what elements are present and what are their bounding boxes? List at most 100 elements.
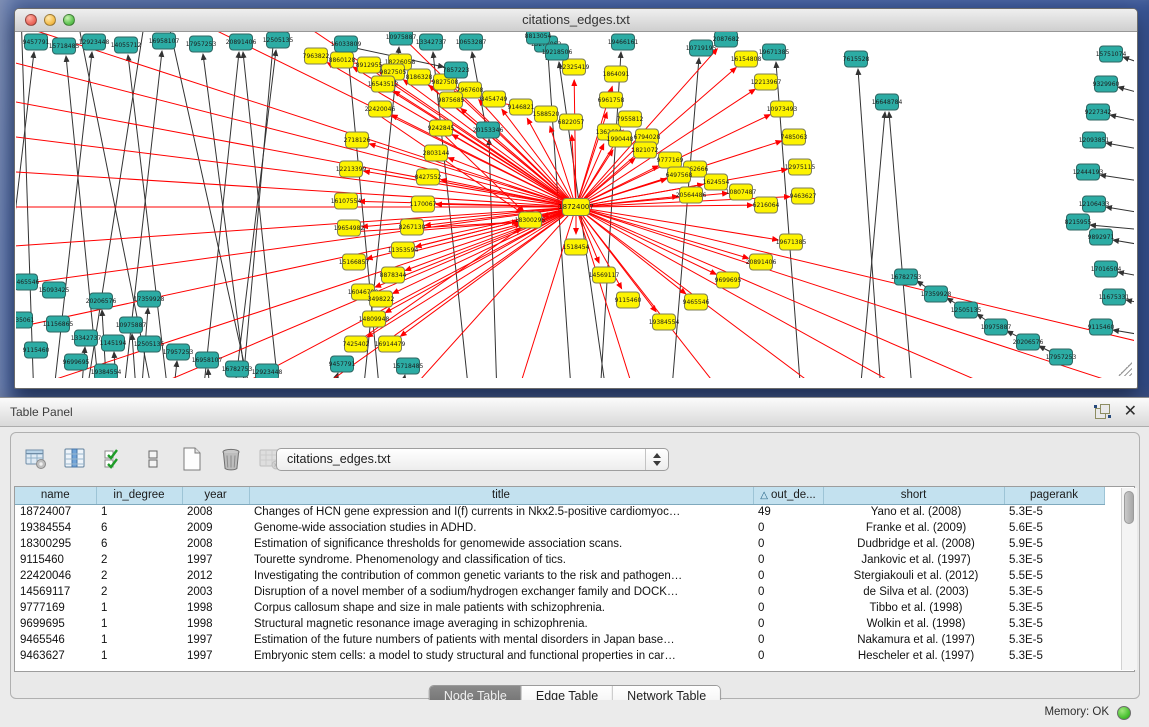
graph-node[interactable]: 19466161 [608, 34, 639, 50]
table-row[interactable]: 946554611997Estimation of the future num… [15, 632, 1104, 648]
graph-node[interactable]: 14569117 [589, 267, 620, 283]
graph-node[interactable]: 12213967 [751, 74, 782, 90]
graph-node[interactable]: 1170067 [410, 196, 437, 212]
graph-node[interactable]: 15093425 [39, 282, 70, 298]
graph-node[interactable]: 13342737 [416, 34, 447, 50]
table-row[interactable]: 977716911998Corpus callosum shape and si… [15, 600, 1104, 616]
table-row[interactable]: 1830029562008Estimation of significance … [15, 536, 1104, 552]
graph-node[interactable]: 16648784 [872, 94, 903, 110]
graph-node[interactable]: 9457791 [23, 34, 50, 50]
graph-node[interactable]: 17016504 [1091, 261, 1122, 277]
citation-graph[interactable]: 7963822886012889129551822605898275051654… [16, 32, 1134, 378]
hub-node[interactable]: 18724007 [558, 199, 594, 216]
graph-node[interactable]: 9777169 [657, 152, 684, 168]
graph-node[interactable]: 19671385 [776, 234, 807, 250]
table-row[interactable]: 946362711997Embryonic stem cells: a mode… [15, 648, 1104, 664]
graph-node[interactable]: 15751074 [1096, 46, 1127, 62]
graph-node[interactable]: 9242845 [428, 120, 455, 136]
graph-node[interactable]: 1821072 [632, 142, 659, 158]
graph-node[interactable]: 8267130 [399, 219, 426, 235]
graph-node[interactable]: 12505135 [134, 336, 165, 352]
graph-node[interactable]: 16107554 [331, 193, 362, 209]
close-panel-icon[interactable]: ✕ [1124, 404, 1137, 419]
graph-node[interactable]: 9699695 [63, 354, 90, 370]
graph-node[interactable]: 12505135 [951, 302, 982, 318]
graph-node[interactable]: 22420046 [365, 101, 396, 117]
graph-node[interactable]: 19384554 [649, 314, 680, 330]
graph-node[interactable]: 6497568 [666, 167, 693, 183]
graph-node[interactable]: 7485063 [781, 129, 808, 145]
table-row[interactable]: 1456911722003Disruption of a novel membe… [15, 584, 1104, 600]
graph-node[interactable]: 7425402 [343, 336, 370, 352]
graph-node[interactable]: 9465546 [683, 294, 710, 310]
table-selector-dropdown[interactable]: citations_edges.txt [276, 448, 669, 471]
graph-node[interactable]: 9227342 [1085, 104, 1112, 120]
graph-node[interactable]: 1864091 [603, 66, 630, 82]
column-header-short[interactable]: short [823, 487, 1004, 504]
graph-node[interactable]: 6961758 [598, 92, 625, 108]
create-column-icon[interactable] [179, 446, 205, 472]
graph-node[interactable]: 17359928 [921, 286, 952, 302]
window-resize-grip[interactable] [1118, 362, 1132, 376]
graph-node[interactable]: 7963822 [303, 48, 330, 64]
graph-node[interactable]: 9115460 [23, 342, 50, 358]
graph-node[interactable]: 16914479 [375, 336, 406, 352]
graph-node[interactable]: 9465546 [16, 274, 40, 290]
graph-node[interactable]: 7615528 [843, 51, 870, 67]
column-header-name[interactable]: name [15, 487, 96, 504]
graph-node[interactable]: 16958107 [149, 33, 180, 49]
show-columns-icon[interactable] [62, 446, 88, 472]
graph-node[interactable]: 9115460 [1088, 319, 1115, 335]
table-scrollbar-thumb[interactable] [1124, 491, 1134, 524]
graph-node[interactable]: 16958107 [192, 352, 223, 368]
graph-node[interactable]: 9115460 [615, 292, 642, 308]
graph-node[interactable]: 16782753 [222, 361, 253, 377]
table-header-row[interactable]: namein_degreeyeartitle△out_de...shortpag… [15, 487, 1104, 504]
graph-node[interactable]: 18300295 [515, 212, 546, 228]
graph-node[interactable]: 1588520 [533, 106, 560, 122]
graph-node[interactable]: 13342737 [71, 330, 102, 346]
graph-node[interactable]: 8912955 [356, 57, 383, 73]
graph-node[interactable]: 9457791 [329, 356, 356, 372]
graph-node[interactable]: 10975887 [981, 319, 1012, 335]
graph-node[interactable]: 19671385 [759, 44, 790, 60]
graph-node[interactable]: 8186328 [406, 69, 433, 85]
graph-node[interactable]: 2087682 [713, 32, 740, 47]
delete-column-icon[interactable] [218, 446, 244, 472]
graph-node[interactable]: 8215955 [1065, 214, 1092, 230]
graph-node[interactable]: 11675331 [1099, 289, 1130, 305]
float-panel-icon[interactable] [1095, 404, 1110, 419]
graph-node[interactable]: 17957253 [186, 36, 217, 52]
graph-node[interactable]: 12093851 [1079, 132, 1110, 148]
graph-node[interactable]: 2718126 [344, 132, 371, 148]
graph-node[interactable]: 10975887 [116, 317, 147, 333]
graph-node[interactable]: 10973493 [767, 101, 798, 117]
graph-node[interactable]: 17359928 [134, 291, 165, 307]
table-row[interactable]: 969969511998Structural magnetic resonanc… [15, 616, 1104, 632]
graph-node[interactable]: 14055712 [111, 37, 142, 53]
graph-node[interactable]: 15166857 [339, 254, 370, 270]
graph-node[interactable]: 6216064 [753, 197, 780, 213]
graph-node[interactable]: 1145194 [100, 335, 127, 351]
table-row[interactable]: 911546021997Tourette syndrome. Phenomeno… [15, 552, 1104, 568]
table-row[interactable]: 1872400712008Changes of HCN gene express… [15, 504, 1104, 520]
column-header-year[interactable]: year [182, 487, 249, 504]
graph-node[interactable]: 17957253 [1046, 349, 1077, 365]
graph-node[interactable]: 12106433 [1079, 196, 1110, 212]
graph-node[interactable]: 12505135 [263, 32, 294, 48]
attribute-table[interactable]: namein_degreeyeartitle△out_de...shortpag… [14, 486, 1135, 672]
graph-node[interactable]: 16154808 [731, 51, 762, 67]
graph-node[interactable]: 3498222 [368, 291, 395, 307]
graph-node[interactable]: 20564486 [676, 187, 707, 203]
graph-node[interactable]: 10807487 [726, 184, 757, 200]
graph-node[interactable]: 12444193 [1073, 164, 1104, 180]
graph-node[interactable]: 12923448 [252, 364, 283, 378]
row-selection-icon[interactable] [101, 446, 127, 472]
graph-node[interactable]: 1624554 [703, 174, 730, 190]
graph-node[interactable]: 20153346 [473, 122, 504, 138]
toggle-rows-icon[interactable] [140, 446, 166, 472]
graph-node[interactable]: 20891406 [226, 34, 257, 50]
graph-node[interactable]: 7857223 [443, 62, 470, 78]
graph-node[interactable]: 11353594 [388, 242, 419, 258]
graph-node[interactable]: 19384554 [91, 364, 122, 378]
